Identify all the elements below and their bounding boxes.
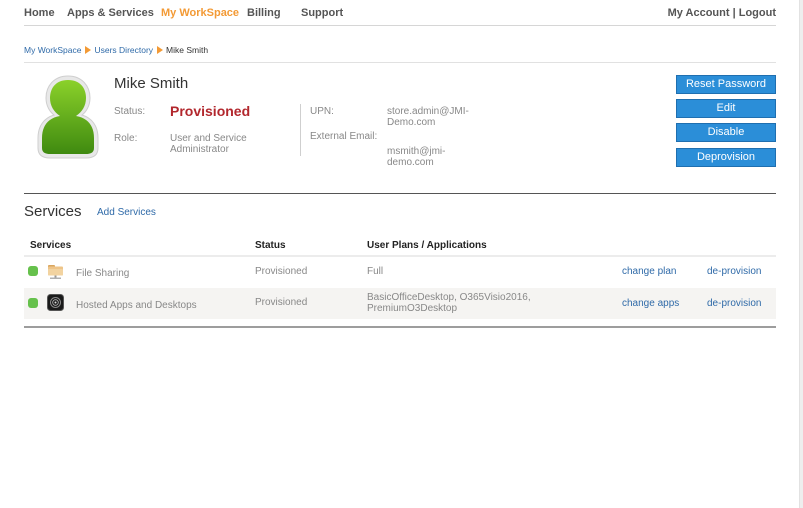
column-header-plans[interactable]: User Plans / Applications <box>367 240 487 251</box>
service-plans: Full <box>367 266 383 277</box>
edit-button[interactable]: Edit <box>676 99 776 118</box>
service-plans-line: BasicOfficeDesktop, O365Visio2016, <box>367 292 531 303</box>
column-header-services[interactable]: Services <box>30 240 71 251</box>
breadcrumb-current: Mike Smith <box>166 45 209 55</box>
nav-item-apps-services[interactable]: Apps & Services <box>67 7 154 19</box>
service-name: Hosted Apps and Desktops <box>76 300 197 311</box>
vertical-divider <box>300 104 301 156</box>
reset-password-button[interactable]: Reset Password <box>676 75 776 94</box>
nav-item-support[interactable]: Support <box>301 7 343 19</box>
section-divider <box>24 193 776 194</box>
my-account-link[interactable]: My Account <box>668 7 730 19</box>
account-links: My Account | Logout <box>668 7 776 19</box>
table-row: File Sharing Provisioned Full change pla… <box>24 257 776 288</box>
service-plans-line: Full <box>367 266 384 277</box>
status-indicator-icon <box>28 298 38 308</box>
breadcrumb: My WorkSpace Users Directory Mike Smith <box>24 45 208 55</box>
service-status: Provisioned <box>255 266 308 277</box>
folder-icon <box>47 263 64 280</box>
table-row: Hosted Apps and Desktops Provisioned Bas… <box>24 288 776 319</box>
services-heading: Services <box>24 203 82 220</box>
change-apps-link[interactable]: change apps <box>622 298 679 309</box>
column-header-status[interactable]: Status <box>255 240 286 251</box>
external-email-value: msmith@jmi- demo.com <box>387 146 445 168</box>
user-avatar-icon <box>36 74 100 160</box>
add-services-link[interactable]: Add Services <box>97 207 156 218</box>
service-plans-line: PremiumO3Desktop <box>367 303 458 314</box>
upn-value-line: Demo.com <box>387 117 436 128</box>
hosted-apps-icon <box>47 294 64 311</box>
breadcrumb-users-directory[interactable]: Users Directory <box>94 45 153 55</box>
logout-link[interactable]: Logout <box>739 7 776 19</box>
service-name: File Sharing <box>76 268 130 279</box>
service-status: Provisioned <box>255 297 308 308</box>
disable-button[interactable]: Disable <box>676 123 776 142</box>
breadcrumb-my-workspace[interactable]: My WorkSpace <box>24 45 81 55</box>
role-value-line: User and Service <box>170 133 247 144</box>
service-plans: BasicOfficeDesktop, O365Visio2016, Premi… <box>367 292 531 314</box>
status-label: Status: <box>114 106 146 117</box>
deprovision-link[interactable]: de-provision <box>707 298 761 309</box>
external-email-line: msmith@jmi- <box>387 146 446 157</box>
upn-value: store.admin@JMI- Demo.com <box>387 106 469 128</box>
external-email-label: External Email: <box>310 131 378 142</box>
top-navigation: Home Apps & Services My WorkSpace Billin… <box>24 0 776 26</box>
nav-item-home[interactable]: Home <box>24 7 55 19</box>
upn-label: UPN: <box>310 106 334 117</box>
account-separator: | <box>729 7 739 19</box>
role-value: User and Service Administrator <box>170 133 247 155</box>
deprovision-button[interactable]: Deprovision <box>676 148 776 167</box>
external-email-line: demo.com <box>387 157 434 168</box>
divider <box>24 62 776 63</box>
upn-value-line: store.admin@JMI- <box>387 106 469 117</box>
nav-item-billing[interactable]: Billing <box>247 7 281 19</box>
vertical-scrollbar[interactable] <box>799 0 803 508</box>
change-plan-link[interactable]: change plan <box>622 266 677 277</box>
status-indicator-icon <box>28 266 38 276</box>
user-name: Mike Smith <box>114 75 189 92</box>
user-status-value: Provisioned <box>170 103 251 119</box>
breadcrumb-arrow-icon <box>85 46 92 54</box>
deprovision-link[interactable]: de-provision <box>707 266 761 277</box>
table-bottom-divider <box>24 326 776 328</box>
breadcrumb-arrow-icon <box>157 46 164 54</box>
role-label: Role: <box>114 133 138 144</box>
role-value-line: Administrator <box>170 144 229 155</box>
nav-item-my-workspace[interactable]: My WorkSpace <box>161 7 239 19</box>
